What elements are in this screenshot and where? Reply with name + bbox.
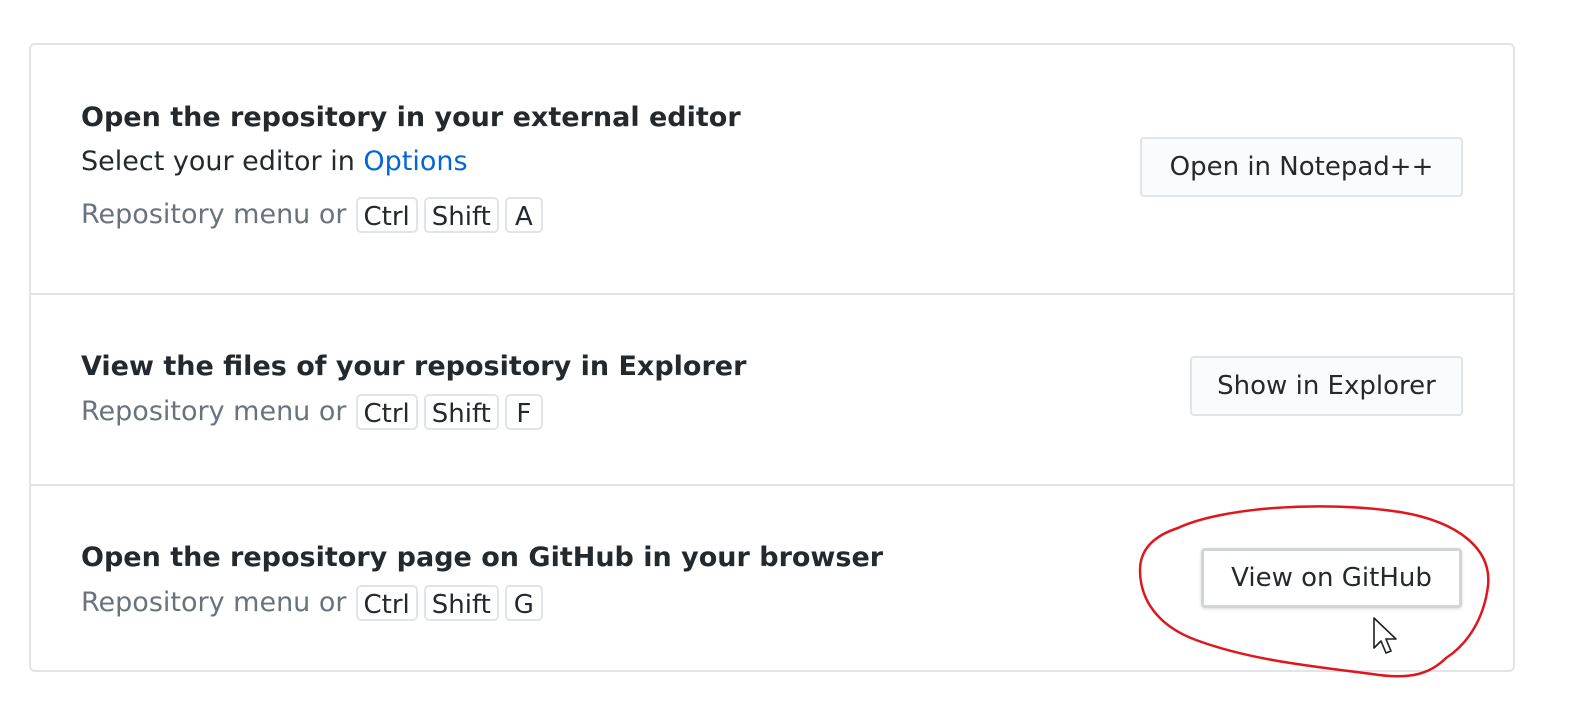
- show-in-explorer-button[interactable]: Show in Explorer: [1190, 356, 1463, 416]
- kbd-shift: Shift: [423, 394, 499, 430]
- explorer-title: View the files of your repository in Exp…: [81, 351, 747, 382]
- section-view-on-github: Open the repository page on GitHub in yo…: [31, 484, 1513, 672]
- editor-text-block: Open the repository in your external edi…: [81, 98, 741, 240]
- kbd-ctrl: Ctrl: [355, 197, 418, 233]
- explorer-text-block: View the files of your repository in Exp…: [81, 347, 746, 437]
- options-link[interactable]: Options: [363, 146, 467, 177]
- editor-title: Open the repository in your external edi…: [81, 102, 741, 133]
- editor-shortcut-prefix: Repository menu or: [81, 199, 347, 230]
- editor-description: Select your editor in Options: [81, 138, 741, 186]
- explorer-shortcut: Repository menu or Ctrl Shift F: [81, 387, 746, 437]
- view-on-github-button[interactable]: View on GitHub: [1201, 548, 1462, 608]
- kbd-g: G: [504, 585, 543, 621]
- kbd-shift: Shift: [423, 585, 499, 621]
- kbd-f: F: [504, 394, 543, 430]
- section-open-in-editor: Open the repository in your external edi…: [31, 45, 1513, 293]
- explorer-shortcut-prefix: Repository menu or: [81, 396, 347, 427]
- open-in-notepad-button[interactable]: Open in Notepad++: [1140, 137, 1463, 197]
- kbd-shift: Shift: [423, 197, 499, 233]
- kbd-ctrl: Ctrl: [355, 394, 418, 430]
- editor-shortcut: Repository menu or Ctrl Shift A: [81, 190, 741, 240]
- kbd-ctrl: Ctrl: [355, 585, 418, 621]
- github-title: Open the repository page on GitHub in yo…: [81, 542, 884, 573]
- github-shortcut: Repository menu or Ctrl Shift G: [81, 578, 883, 628]
- section-show-in-explorer: View the files of your repository in Exp…: [31, 293, 1513, 484]
- kbd-a: A: [504, 197, 543, 233]
- editor-description-prefix: Select your editor in: [81, 146, 364, 177]
- github-text-block: Open the repository page on GitHub in yo…: [81, 538, 883, 628]
- repository-actions-panel: Open the repository in your external edi…: [29, 43, 1515, 672]
- github-shortcut-prefix: Repository menu or: [81, 587, 347, 618]
